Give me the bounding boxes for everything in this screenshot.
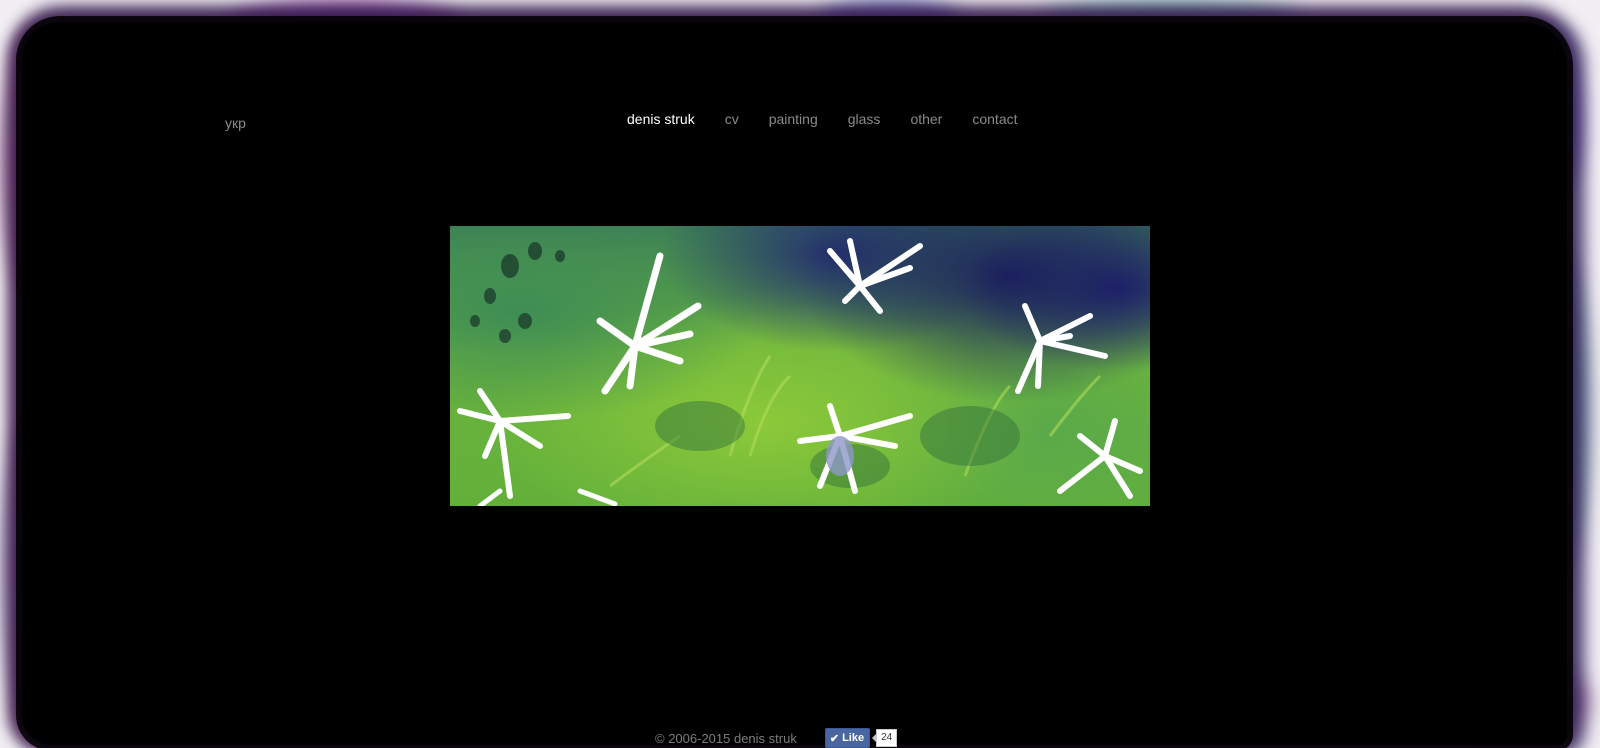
copyright-text: © 2006-2015 denis struk [655,730,797,746]
nav-item-contact[interactable]: contact [972,111,1017,127]
nav-item-cv[interactable]: cv [725,111,739,127]
nav-item-other[interactable]: other [910,111,942,127]
facebook-like-button[interactable]: ✔ Like [824,728,871,748]
nav-item-painting[interactable]: painting [769,111,818,127]
like-count: 24 [872,729,898,747]
facebook-like-widget: ✔ Like 24 [824,728,898,748]
footer: © 2006-2015 denis struk ✔ Like 24 [655,728,898,748]
language-switch-link[interactable]: укр [225,115,246,131]
like-label: Like [842,732,865,744]
check-icon: ✔ [829,732,840,745]
main-navigation: denis struk cv painting glass other cont… [627,109,1018,129]
featured-painting[interactable] [450,226,1150,506]
nav-item-home[interactable]: denis struk [627,111,695,127]
nav-item-glass[interactable]: glass [848,111,881,127]
painting-artwork [457,238,1143,506]
